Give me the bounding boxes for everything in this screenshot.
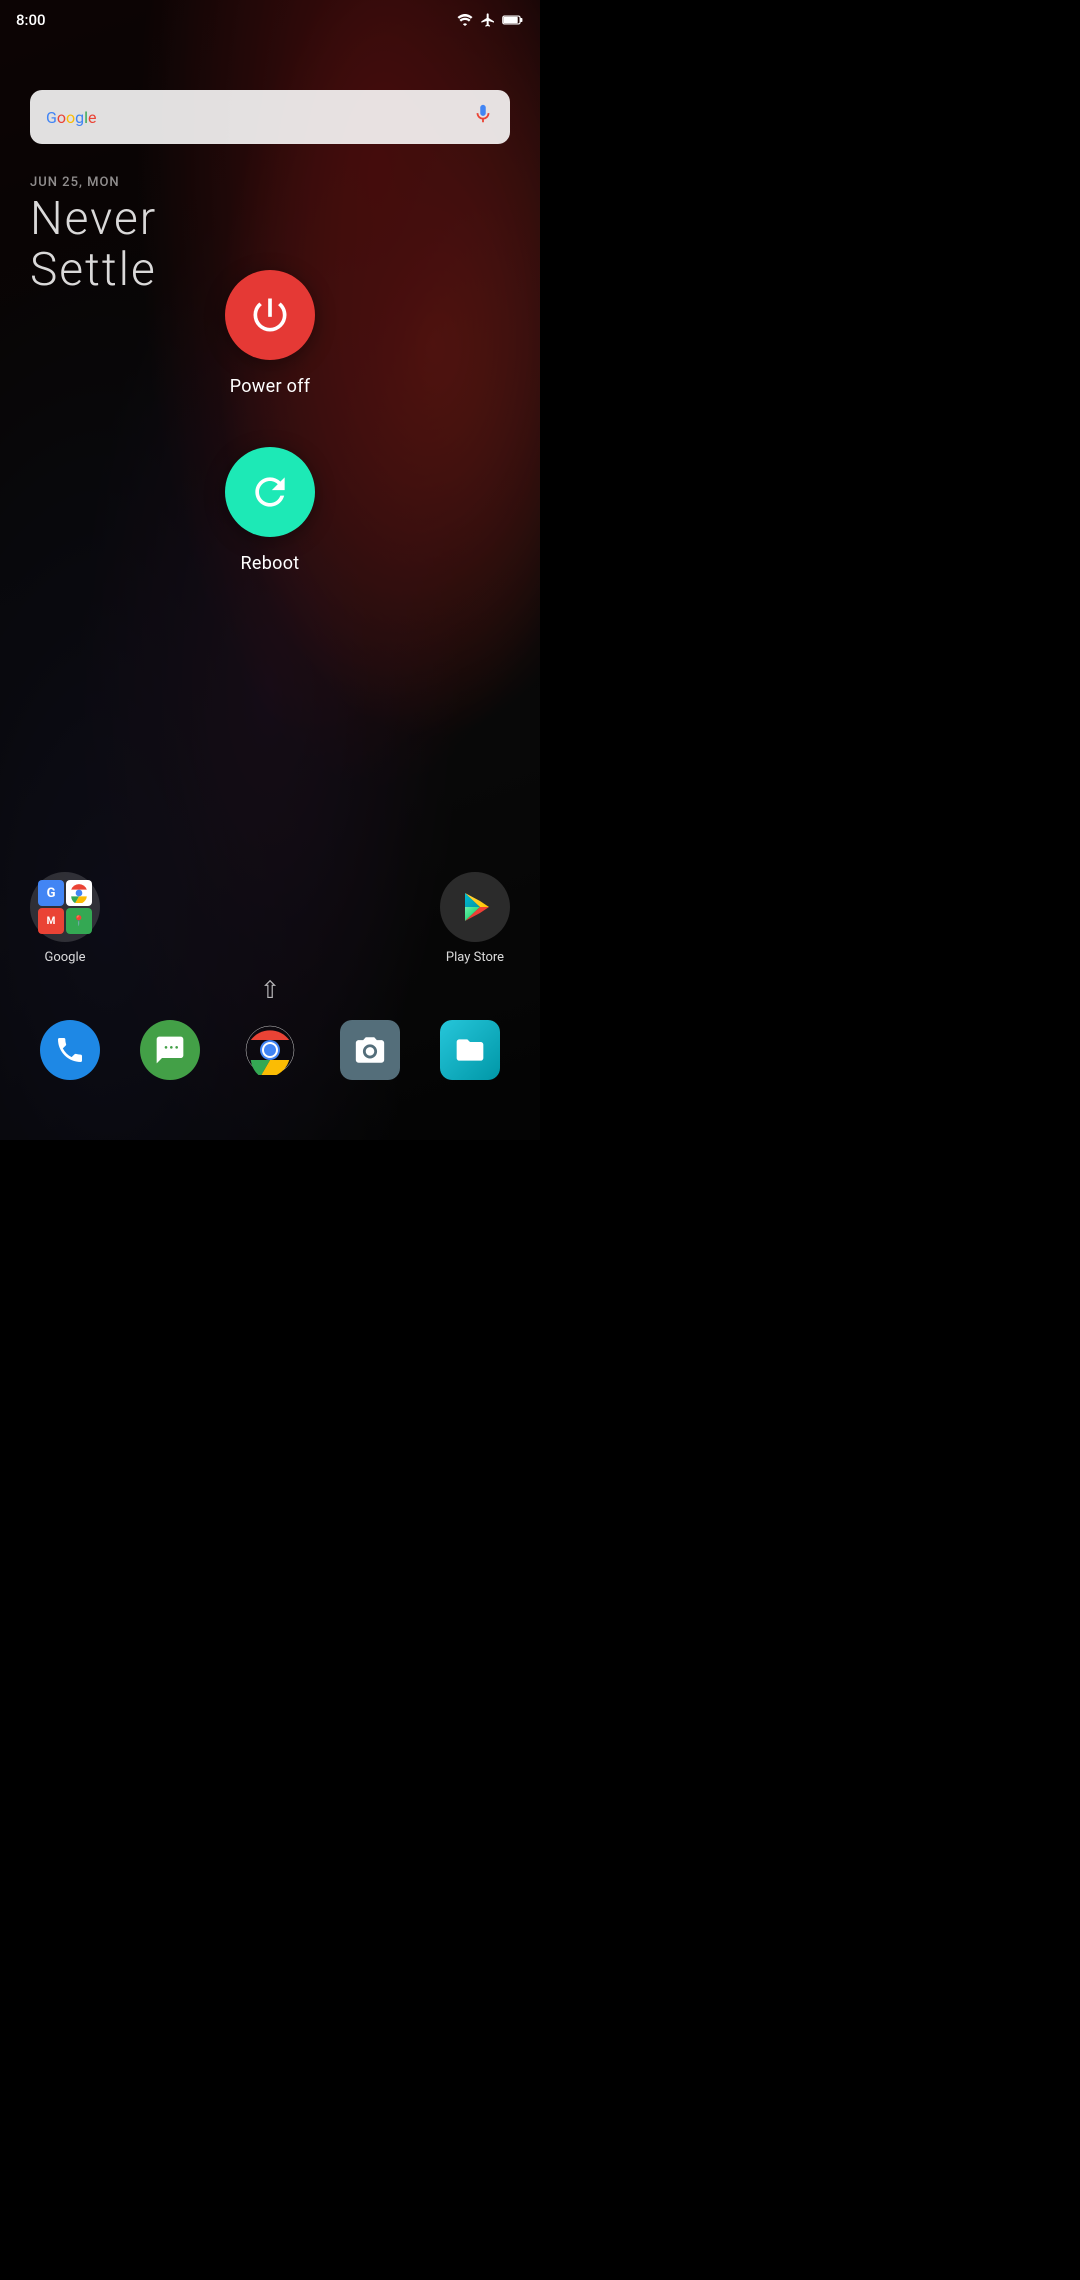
reboot-icon — [248, 470, 292, 514]
folder-g-icon: G — [38, 880, 64, 906]
status-bar: 8:00 — [0, 0, 540, 40]
google-logo: Google — [46, 108, 97, 127]
dock-chrome-app[interactable] — [240, 1020, 300, 1080]
home-apps-row: G M 📍 Google — [0, 872, 540, 965]
sms-icon — [140, 1020, 200, 1080]
status-time: 8:00 — [16, 11, 46, 29]
google-folder-icon: G M 📍 — [30, 872, 100, 942]
play-store-icon — [440, 872, 510, 942]
mic-icon[interactable] — [472, 103, 494, 131]
date-motto: Never Settle — [30, 194, 157, 295]
folder-chrome-icon — [66, 880, 92, 906]
date-widget: JUN 25, MON Never Settle — [30, 175, 157, 295]
dock-phone-app[interactable] — [40, 1020, 100, 1080]
phone-icon — [40, 1020, 100, 1080]
power-off-item[interactable]: Power off — [225, 270, 315, 397]
google-folder-app[interactable]: G M 📍 Google — [30, 872, 100, 965]
status-icons — [456, 12, 524, 28]
files-icon — [440, 1020, 500, 1080]
folder-gmail-icon: M — [38, 908, 64, 934]
reboot-item[interactable]: Reboot — [225, 447, 315, 574]
drawer-chevron-icon: ⇧ — [260, 976, 280, 1004]
dock-files-app[interactable] — [440, 1020, 500, 1080]
play-store-app[interactable]: Play Store — [440, 872, 510, 965]
wifi-icon — [456, 13, 474, 27]
power-menu: Power off Reboot — [225, 270, 315, 624]
folder-maps-icon: 📍 — [66, 908, 92, 934]
search-bar[interactable]: Google — [30, 90, 510, 144]
google-folder-label: Google — [44, 950, 85, 965]
power-icon — [248, 293, 292, 337]
reboot-label: Reboot — [241, 553, 300, 574]
dock-area: ⇧ — [0, 976, 540, 1080]
power-off-button[interactable] — [225, 270, 315, 360]
app-drawer-hint[interactable]: ⇧ — [0, 976, 540, 1004]
dock-row — [0, 1020, 540, 1080]
reboot-button[interactable] — [225, 447, 315, 537]
camera-icon — [340, 1020, 400, 1080]
play-store-label: Play Store — [446, 950, 504, 965]
dock-sms-app[interactable] — [140, 1020, 200, 1080]
airplane-icon — [480, 12, 496, 28]
power-off-label: Power off — [230, 376, 311, 397]
date-label: JUN 25, MON — [30, 175, 157, 190]
chrome-icon — [240, 1020, 300, 1080]
dock-camera-app[interactable] — [340, 1020, 400, 1080]
battery-icon — [502, 13, 524, 27]
